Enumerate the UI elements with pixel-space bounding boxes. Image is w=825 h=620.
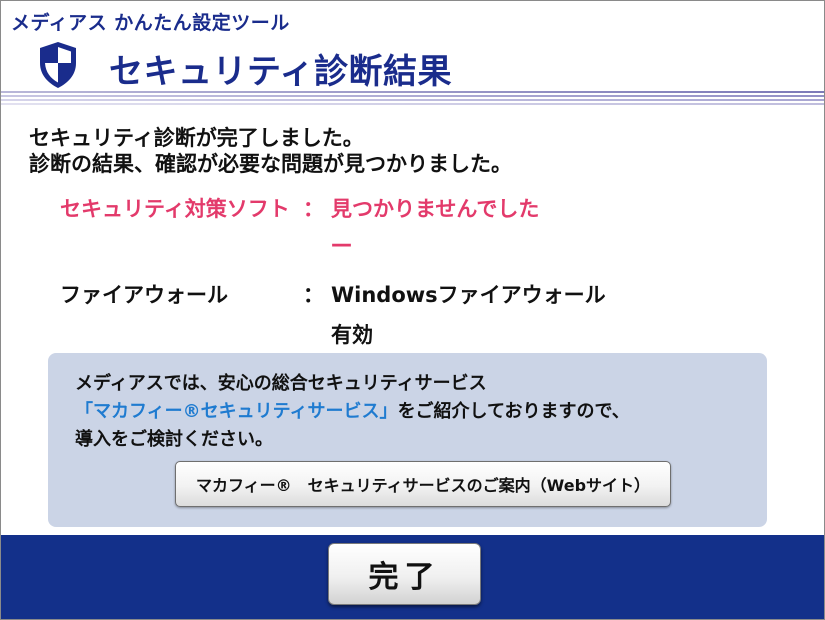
app-title: メディアス かんたん設定ツール (11, 12, 290, 34)
firewall-separator: ： (303, 283, 324, 307)
firewall-status: 有効 (331, 323, 373, 347)
recommendation-line-3: 導入をご検討ください。 (75, 429, 273, 450)
recommendation-panel: メディアスでは、安心の総合セキュリティサービス 「マカフィー®セキュリティサービ… (48, 353, 767, 527)
mcafee-service-name: 「マカフィー®セキュリティサービス」 (75, 401, 398, 422)
antivirus-status: — (331, 232, 352, 256)
footer-bar: 完了 (1, 535, 824, 619)
recommendation-line-2: 「マカフィー®セキュリティサービス」をご紹介しておりますので、 (75, 397, 630, 423)
firewall-label: ファイアウォール (60, 283, 228, 307)
shield-icon (40, 42, 76, 88)
header-divider (1, 91, 824, 107)
antivirus-separator: ： (303, 197, 324, 221)
app-window: メディアス かんたん設定ツール セキュリティ診断結果 セキュリティ診断が完了しま… (0, 0, 825, 620)
done-button[interactable]: 完了 (328, 543, 481, 605)
firewall-value: Windowsファイアウォール (331, 283, 606, 307)
recommendation-line-1: メディアスでは、安心の総合セキュリティサービス (75, 373, 487, 394)
recommendation-line-2-rest: をご紹介しておりますので、 (397, 401, 630, 422)
antivirus-label: セキュリティ対策ソフト (60, 197, 290, 221)
antivirus-value: 見つかりませんでした (331, 197, 540, 221)
page-title: セキュリティ診断結果 (109, 52, 452, 92)
mcafee-info-button[interactable]: マカフィー® セキュリティサービスのご案内（Webサイト） (175, 461, 671, 507)
summary-line-2: 診断の結果、確認が必要な問題が見つかりました。 (29, 152, 512, 176)
